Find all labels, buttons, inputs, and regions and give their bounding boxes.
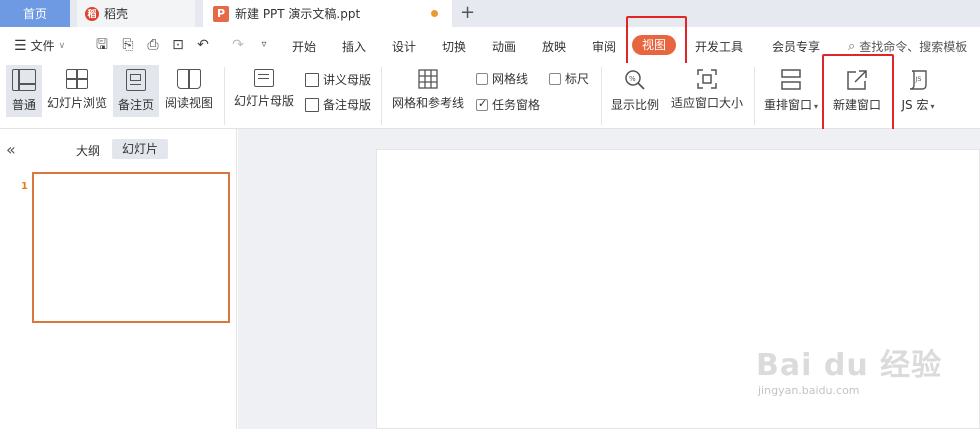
gridlines-check-icon	[476, 72, 488, 85]
tab-start[interactable]: 开始	[292, 38, 316, 55]
chevron-down-icon: ∨	[58, 40, 66, 51]
tab-design[interactable]: 设计	[392, 38, 416, 55]
undo-icon[interactable]: ↶	[195, 37, 211, 53]
tab-slides[interactable]: 幻灯片	[112, 139, 168, 159]
tab-home[interactable]: 首页	[0, 0, 70, 27]
handout-master-label: 讲义母版	[323, 73, 372, 87]
slide-number: 1	[21, 181, 28, 192]
js-macro-label: JS 宏 ▾	[901, 98, 935, 112]
slide-panel: « 大纲 幻灯片 1	[0, 129, 237, 429]
svg-text:JS: JS	[915, 75, 922, 83]
command-search[interactable]: ⌕ 查找命令、搜索模板	[848, 38, 967, 55]
fit-window-icon	[697, 69, 717, 89]
zoom-button[interactable]: % 显示比例	[609, 69, 661, 113]
tab-animation[interactable]: 动画	[492, 38, 516, 55]
arrange-windows-button[interactable]: 重排窗口 ▾	[762, 69, 820, 113]
print-icon[interactable]: ⎙	[145, 37, 161, 53]
arrange-windows-label: 重排窗口 ▾	[763, 98, 819, 112]
file-menu-label: 文件	[30, 39, 55, 53]
zoom-label: 显示比例	[610, 98, 659, 112]
title-tab-bar: 首页 稻 稻壳 P 新建 PPT 演示文稿.ppt +	[0, 0, 980, 27]
fit-window-button[interactable]: 适应窗口大小	[668, 69, 746, 111]
ribbon-divider	[754, 67, 755, 125]
unsaved-dot-icon	[431, 10, 438, 17]
normal-view-label: 普通	[11, 98, 36, 112]
export-pdf-icon[interactable]: ⎘	[120, 37, 136, 53]
normal-view-button[interactable]: 普通	[6, 65, 42, 117]
tab-outline[interactable]: 大纲	[76, 142, 100, 159]
task-pane-checkbox[interactable]: 任务窗格	[476, 96, 540, 113]
ruler-checkbox[interactable]: 标尺	[549, 70, 589, 87]
js-script-icon: JS	[907, 69, 929, 91]
slide-browse-button[interactable]: 幻灯片浏览	[46, 69, 108, 111]
notes-master-icon	[305, 97, 319, 112]
collapse-panel-icon[interactable]: «	[6, 140, 16, 159]
gridlines-label: 网格线	[492, 72, 529, 86]
slide-master-label: 幻灯片母版	[233, 94, 294, 108]
ribbon-divider	[224, 67, 225, 125]
reading-view-button[interactable]: 阅读视图	[163, 69, 215, 111]
slide-sorter-icon	[66, 69, 88, 89]
fit-window-label: 适应窗口大小	[670, 96, 743, 110]
ribbon-divider	[381, 67, 382, 125]
ppt-file-icon: P	[213, 5, 229, 22]
baidu-watermark: Bai du 经验	[756, 348, 943, 383]
add-tab-button[interactable]: +	[460, 2, 475, 23]
slide-master-icon	[254, 69, 274, 87]
slide-thumbnail[interactable]	[32, 172, 230, 323]
notes-page-button[interactable]: 备注页	[113, 65, 159, 117]
grid-icon	[418, 69, 438, 89]
customize-quick-access-icon[interactable]: ▿	[256, 37, 272, 53]
tab-transitions[interactable]: 切换	[442, 38, 466, 55]
tab-developer[interactable]: 开发工具	[695, 38, 743, 55]
tab-review[interactable]: 审阅	[592, 38, 616, 55]
tab-docer[interactable]: 稻 稻壳	[77, 0, 195, 27]
ruler-label: 标尺	[565, 72, 590, 86]
reading-view-label: 阅读视图	[164, 96, 213, 110]
tab-slideshow[interactable]: 放映	[542, 38, 566, 55]
task-pane-check-icon	[476, 97, 488, 111]
notes-master-button[interactable]: 备注母版	[305, 96, 371, 113]
tab-docer-label: 稻壳	[104, 7, 129, 21]
ruler-check-icon	[549, 72, 561, 85]
zoom-magnifier-icon: %	[624, 69, 646, 91]
tab-document[interactable]: P 新建 PPT 演示文稿.ppt	[203, 0, 452, 27]
tab-insert[interactable]: 插入	[342, 38, 366, 55]
grid-guides-button[interactable]: 网格和参考线	[390, 69, 466, 111]
slide-browse-label: 幻灯片浏览	[46, 96, 107, 110]
tab-home-label: 首页	[22, 7, 47, 21]
svg-text:%: %	[629, 75, 636, 83]
file-menu[interactable]: ☰ 文件 ∨	[14, 37, 65, 54]
tab-member[interactable]: 会员专享	[772, 38, 820, 55]
js-macro-button[interactable]: JS JS 宏 ▾	[897, 69, 939, 113]
notes-page-icon	[126, 69, 146, 91]
command-search-placeholder: 查找命令、搜索模板	[859, 40, 968, 54]
gridlines-checkbox[interactable]: 网格线	[476, 70, 528, 87]
notes-master-label: 备注母版	[323, 98, 372, 112]
save-icon[interactable]: 🖫	[94, 37, 110, 53]
search-icon: ⌕	[848, 39, 856, 54]
normal-view-icon	[12, 69, 36, 91]
tab-document-label: 新建 PPT 演示文稿.ppt	[235, 7, 361, 21]
book-icon	[177, 69, 201, 89]
task-pane-label: 任务窗格	[492, 98, 541, 112]
baidu-watermark-url: jingyan.baidu.com	[758, 384, 860, 397]
redo-icon[interactable]: ↷	[230, 37, 246, 53]
grid-guides-label: 网格和参考线	[391, 96, 464, 110]
editing-canvas	[238, 129, 980, 429]
slide-editor-page[interactable]	[376, 149, 980, 429]
ribbon-divider	[601, 67, 602, 125]
arrange-windows-icon	[781, 69, 801, 91]
print-preview-icon[interactable]: ⊡	[170, 37, 186, 53]
hamburger-icon: ☰	[14, 37, 27, 54]
handout-master-button[interactable]: 讲义母版	[305, 71, 371, 88]
handout-master-icon	[305, 72, 319, 87]
slide-master-button[interactable]: 幻灯片母版	[233, 69, 295, 109]
notes-page-label: 备注页	[117, 98, 154, 112]
docer-logo-icon: 稻	[85, 6, 99, 21]
